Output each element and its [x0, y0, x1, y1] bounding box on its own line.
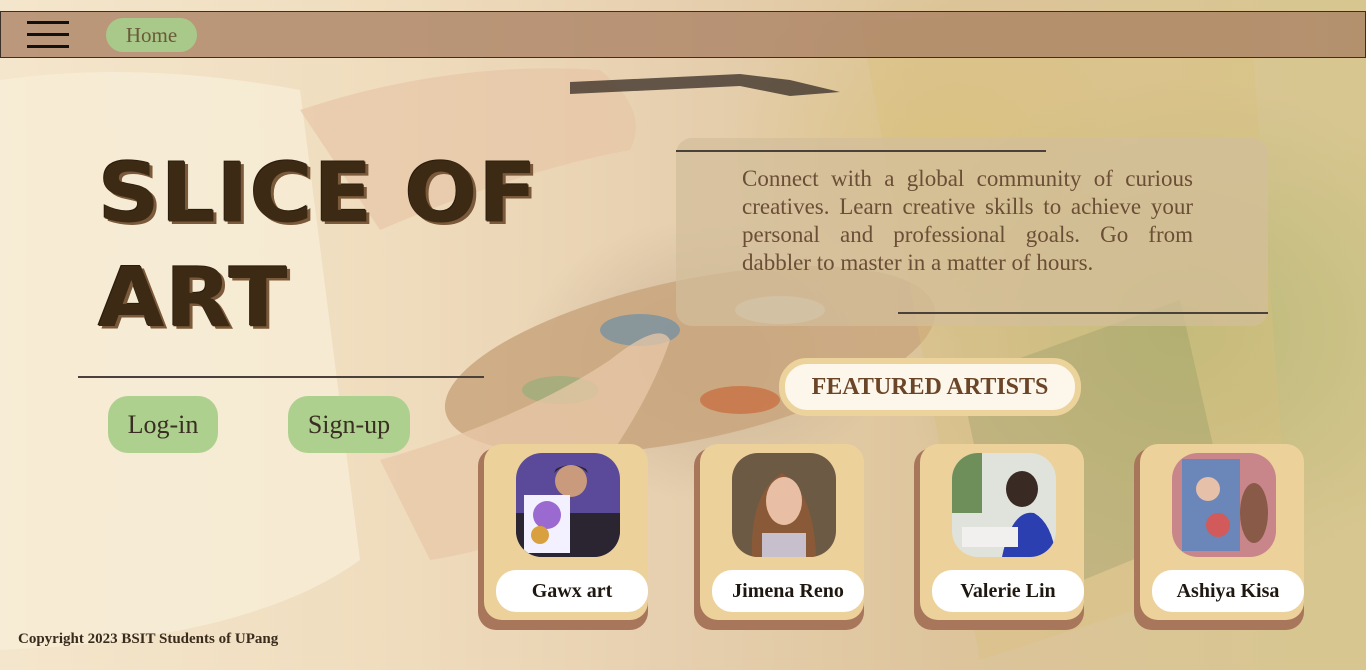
artist-photo	[1172, 453, 1276, 557]
artist-name: Gawx art	[496, 570, 648, 612]
artist-photo	[952, 453, 1056, 557]
artist-name: Ashiya Kisa	[1152, 570, 1304, 612]
artist-photo	[732, 453, 836, 557]
top-navigation-bar: Home	[0, 11, 1366, 58]
hamburger-menu-icon[interactable]	[27, 19, 69, 49]
featured-artists-heading: FEATURED ARTISTS	[779, 358, 1081, 416]
artist-photo	[516, 453, 620, 557]
artist-name: Jimena Reno	[712, 570, 864, 612]
login-button[interactable]: Log-in	[108, 396, 218, 453]
intro-text: Connect with a global community of curio…	[742, 166, 1193, 275]
intro-top-divider	[676, 150, 1046, 152]
artist-card[interactable]: Jimena Reno	[694, 444, 870, 630]
intro-bottom-divider	[898, 312, 1268, 314]
artist-card[interactable]: Valerie Lin	[914, 444, 1090, 630]
title-divider	[78, 376, 484, 378]
home-button[interactable]: Home	[106, 18, 197, 52]
site-title: SLICE OF ART	[98, 146, 539, 346]
artist-name: Valerie Lin	[932, 570, 1084, 612]
copyright-text: Copyright 2023 BSIT Students of UPang	[18, 631, 279, 647]
signup-button[interactable]: Sign-up	[288, 396, 410, 453]
artist-card[interactable]: Gawx art	[478, 444, 654, 630]
artist-card[interactable]: Ashiya Kisa	[1134, 444, 1310, 630]
